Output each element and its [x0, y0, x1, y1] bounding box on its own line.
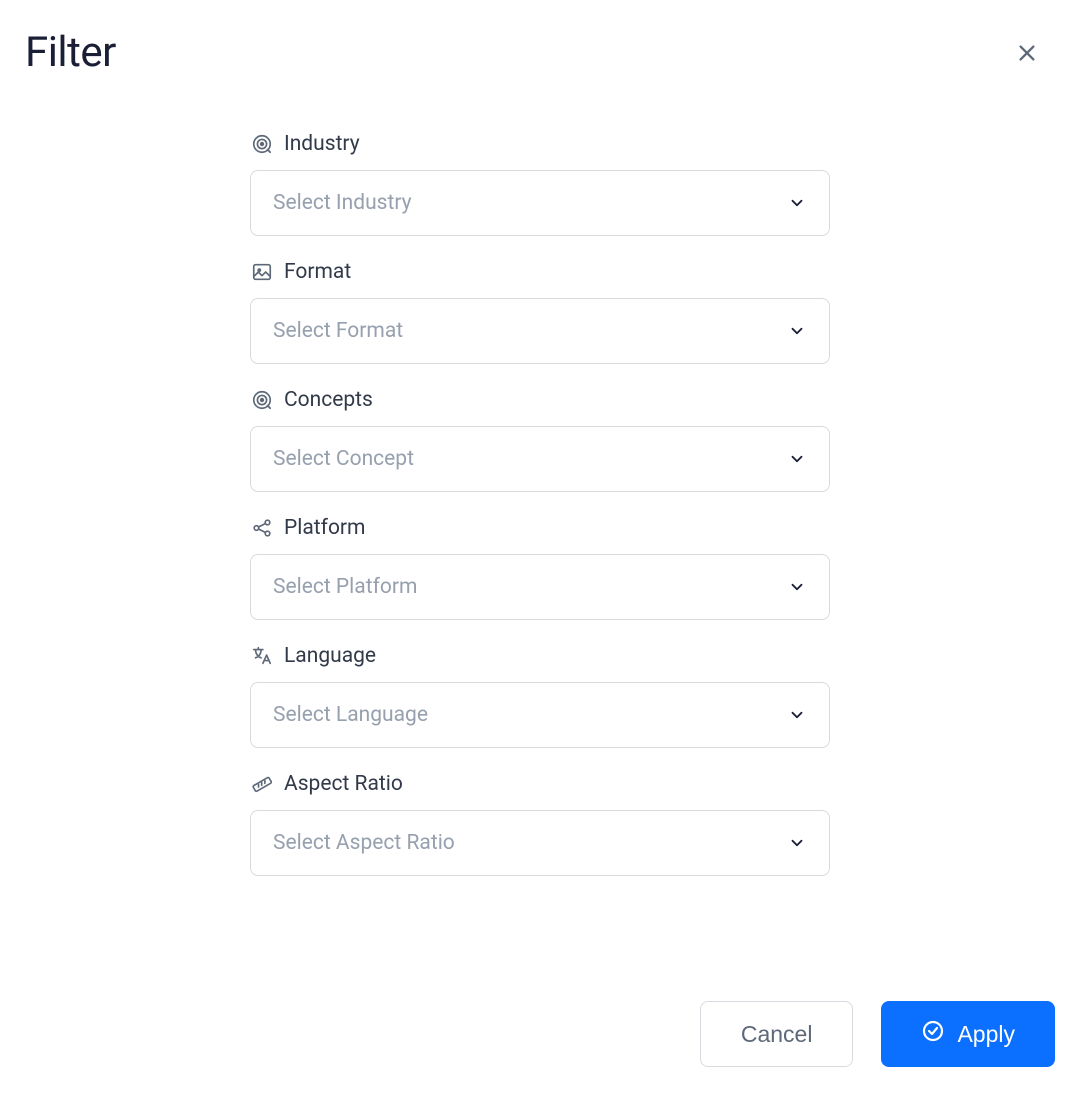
image-icon — [250, 260, 274, 284]
format-label-row: Format — [250, 260, 830, 284]
concepts-label: Concepts — [284, 388, 373, 412]
format-placeholder: Select Format — [273, 319, 403, 343]
industry-label-row: Industry — [250, 132, 830, 156]
apply-button-label: Apply — [957, 1021, 1015, 1048]
aspect-ratio-placeholder: Select Aspect Ratio — [273, 831, 455, 855]
language-select[interactable]: Select Language — [250, 682, 830, 748]
aspect-ratio-field-group: Aspect Ratio Select Aspect Ratio — [250, 772, 830, 876]
platform-label: Platform — [284, 516, 365, 540]
industry-label: Industry — [284, 132, 360, 156]
chevron-down-icon — [787, 321, 807, 341]
cancel-button-label: Cancel — [741, 1021, 813, 1048]
ruler-icon — [250, 772, 274, 796]
aspect-ratio-select[interactable]: Select Aspect Ratio — [250, 810, 830, 876]
concepts-label-row: Concepts — [250, 388, 830, 412]
industry-placeholder: Select Industry — [273, 191, 412, 215]
language-placeholder: Select Language — [273, 703, 428, 727]
format-label: Format — [284, 260, 351, 284]
aspect-ratio-label: Aspect Ratio — [284, 772, 403, 796]
dialog-title: Filter — [25, 28, 116, 77]
target-icon — [250, 132, 274, 156]
chevron-down-icon — [787, 833, 807, 853]
language-label-row: Language — [250, 644, 830, 668]
chevron-down-icon — [787, 577, 807, 597]
platform-label-row: Platform — [250, 516, 830, 540]
dialog-footer: Cancel Apply — [700, 1001, 1055, 1067]
share-icon — [250, 516, 274, 540]
close-button[interactable] — [1011, 38, 1043, 70]
platform-select[interactable]: Select Platform — [250, 554, 830, 620]
concepts-field-group: Concepts Select Concept — [250, 388, 830, 492]
industry-field-group: Industry Select Industry — [250, 132, 830, 236]
chevron-down-icon — [787, 193, 807, 213]
chevron-down-icon — [787, 705, 807, 725]
dialog-header: Filter — [0, 0, 1080, 77]
aspect-ratio-label-row: Aspect Ratio — [250, 772, 830, 796]
filter-fields-container: Industry Select Industry Format Selec — [250, 132, 830, 876]
cancel-button[interactable]: Cancel — [700, 1001, 854, 1067]
format-field-group: Format Select Format — [250, 260, 830, 364]
apply-button[interactable]: Apply — [881, 1001, 1055, 1067]
check-circle-icon — [921, 1019, 945, 1049]
format-select[interactable]: Select Format — [250, 298, 830, 364]
concepts-placeholder: Select Concept — [273, 447, 414, 471]
concepts-select[interactable]: Select Concept — [250, 426, 830, 492]
platform-placeholder: Select Platform — [273, 575, 417, 599]
language-field-group: Language Select Language — [250, 644, 830, 748]
industry-select[interactable]: Select Industry — [250, 170, 830, 236]
translate-icon — [250, 644, 274, 668]
platform-field-group: Platform Select Platform — [250, 516, 830, 620]
chevron-down-icon — [787, 449, 807, 469]
target-icon — [250, 388, 274, 412]
language-label: Language — [284, 644, 376, 668]
close-icon — [1016, 42, 1038, 67]
